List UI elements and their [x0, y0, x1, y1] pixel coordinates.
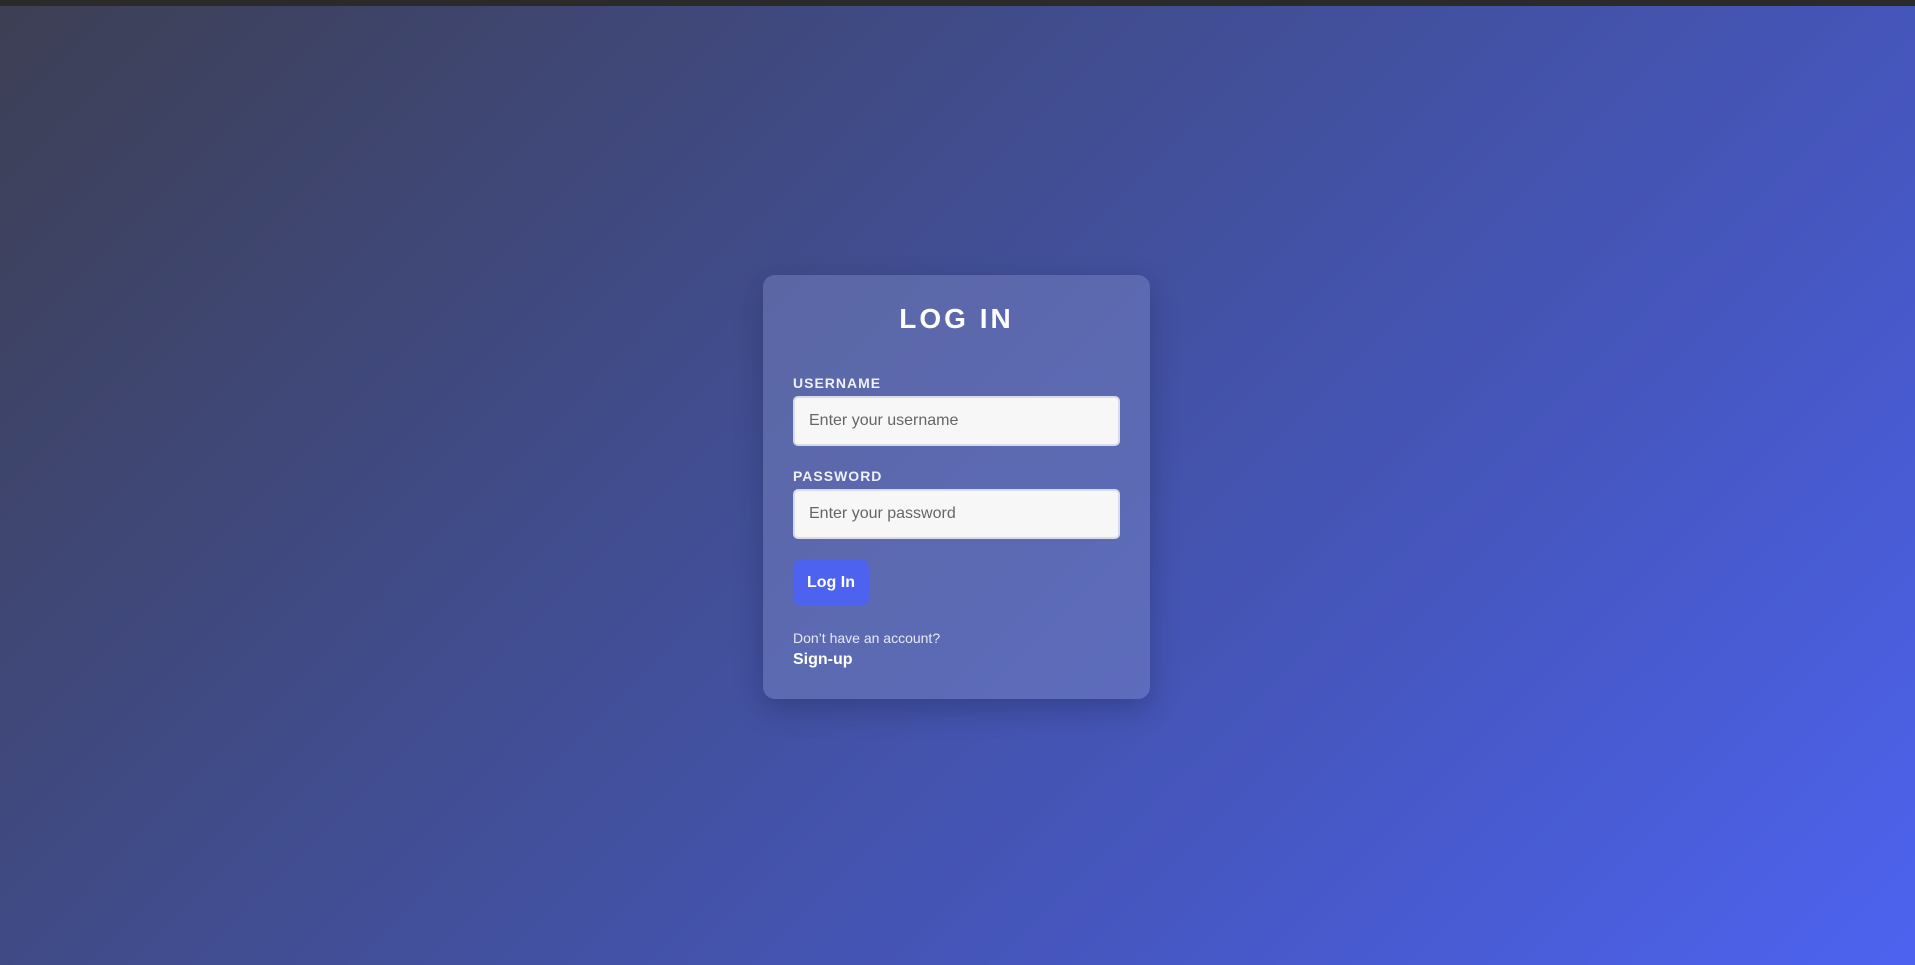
- username-label: USERNAME: [793, 375, 882, 391]
- signup-link[interactable]: Sign-up: [793, 651, 853, 669]
- browser-top-strip: [0, 0, 1915, 6]
- password-input[interactable]: [793, 489, 1120, 539]
- password-label: PASSWORD: [793, 468, 883, 484]
- login-title: LOG IN: [899, 303, 1014, 334]
- login-card: LOG IN USERNAME PASSWORD Log In Don’t ha…: [763, 275, 1150, 699]
- login-page: LOG IN USERNAME PASSWORD Log In Don’t ha…: [0, 0, 1915, 965]
- login-button[interactable]: Log In: [793, 560, 869, 605]
- username-input[interactable]: [793, 396, 1120, 446]
- signup-prompt: Don’t have an account?: [793, 630, 941, 646]
